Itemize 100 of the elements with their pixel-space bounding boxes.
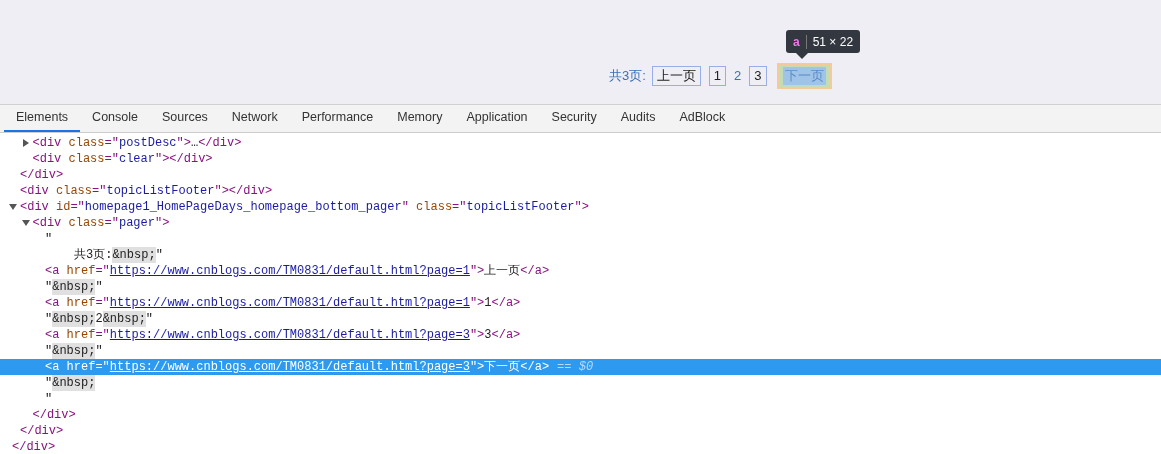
tag-text: </div>: [32, 407, 76, 423]
tag-text: =": [95, 263, 110, 279]
tag-text: ">: [469, 359, 485, 375]
node-text: ": [145, 311, 154, 327]
tag-text: =": [70, 199, 85, 215]
tag-text: <a: [45, 359, 60, 375]
attribute-value: postDesc: [118, 135, 177, 151]
entity-text: &nbsp;: [52, 343, 96, 359]
node-text: 下一页: [484, 359, 521, 375]
dom-tree-line[interactable]: <a href="https://www.cnblogs.com/TM0831/default.html?page=1">上一页</a>: [0, 263, 1161, 279]
tag-text: </a>: [520, 359, 550, 375]
url-link[interactable]: https://www.cnblogs.com/TM0831/default.html?page=1: [109, 295, 470, 311]
dom-tree-line[interactable]: </div>: [0, 439, 1161, 454]
tag-text: "></div>: [214, 183, 273, 199]
tag-text: ">: [154, 215, 170, 231]
attribute-value: pager: [118, 215, 155, 231]
attribute-name: href: [65, 327, 96, 343]
devtools-tab[interactable]: Elements: [4, 105, 81, 132]
expand-toggle-icon[interactable]: [9, 204, 17, 210]
tag-text: </a>: [491, 295, 521, 311]
tag-text: <a: [45, 295, 60, 311]
entity-text: &nbsp;: [52, 279, 96, 295]
entity-text: &nbsp;: [102, 311, 146, 327]
node-text: ": [45, 375, 53, 391]
dom-tree-line[interactable]: <a href="https://www.cnblogs.com/TM0831/default.html?page=1">1</a>: [0, 295, 1161, 311]
current-page: 2: [734, 67, 742, 85]
devtools-tab[interactable]: Performance: [289, 105, 386, 132]
dom-tree-line[interactable]: <div class="pager">: [0, 215, 1161, 231]
pager-label: 共3页:: [609, 67, 646, 85]
tag-text: "></div>: [154, 151, 213, 167]
dom-tree-line[interactable]: <div class="topicListFooter"></div>: [0, 183, 1161, 199]
tag-text: =": [104, 151, 119, 167]
tag-text: ">: [469, 295, 485, 311]
devtools-tab[interactable]: Sources: [150, 105, 220, 132]
pager-link[interactable]: 上一页: [651, 66, 701, 86]
tag-text: <div: [32, 215, 62, 231]
url-link[interactable]: https://www.cnblogs.com/TM0831/default.html?page=3: [109, 327, 470, 343]
tag-text: =": [95, 327, 110, 343]
entity-text: &nbsp;: [52, 311, 96, 327]
tag-text: <div: [20, 199, 49, 215]
tooltip-size: 51 × 22: [812, 34, 854, 49]
tooltip-tag: a: [793, 34, 800, 49]
node-text: 3: [484, 327, 492, 343]
console-reference: == $0: [557, 359, 594, 375]
devtools-tab[interactable]: Application: [454, 105, 540, 132]
node-text: ": [45, 391, 53, 407]
tag-text: </div>: [198, 135, 242, 151]
tag-text: <a: [45, 263, 60, 279]
tag-text: </div>: [12, 439, 56, 454]
dom-tree-line[interactable]: ": [0, 391, 1161, 407]
dom-tree-line[interactable]: </div>: [0, 423, 1161, 439]
devtools-tab[interactable]: Network: [219, 105, 290, 132]
expand-toggle-icon[interactable]: [22, 139, 29, 147]
tag-text: </div>: [20, 167, 64, 183]
attribute-value: clear: [118, 151, 155, 167]
devtools-tab[interactable]: Audits: [608, 105, 668, 132]
tag-text: </div>: [20, 423, 64, 439]
node-text: …: [190, 135, 199, 151]
node-text: ": [155, 247, 163, 263]
devtools-tab[interactable]: AdBlock: [667, 105, 738, 132]
node-text: 共3页:: [74, 247, 113, 263]
devtools-tab[interactable]: Memory: [385, 105, 455, 132]
pager-link[interactable]: 3: [749, 66, 767, 86]
attribute-value: topicListFooter: [466, 199, 575, 215]
dom-tree-line[interactable]: <a href="https://www.cnblogs.com/TM0831/default.html?page=3">3</a>: [0, 327, 1161, 343]
tag-text: =": [95, 359, 110, 375]
dom-tree-line[interactable]: 共3页:&nbsp;": [0, 247, 1161, 263]
tag-text: ">: [469, 327, 485, 343]
dom-tree-line[interactable]: "&nbsp;: [0, 375, 1161, 391]
dom-tree-line[interactable]: <div id="homepage1_HomePageDays_homepage_bottom_pager" class="topicListFooter">: [0, 199, 1161, 215]
tag-text: <div: [32, 135, 62, 151]
dom-tree-line[interactable]: "&nbsp;2&nbsp;": [0, 311, 1161, 327]
dom-tree-line[interactable]: ": [0, 231, 1161, 247]
tag-text: <div: [20, 183, 49, 199]
entity-text: &nbsp;: [112, 247, 156, 263]
dom-tree-line[interactable]: </div>: [0, 167, 1161, 183]
devtools-tab[interactable]: Console: [80, 105, 150, 132]
attribute-name: class: [67, 215, 105, 231]
dom-tree-line[interactable]: "&nbsp;": [0, 343, 1161, 359]
node-text: 1: [484, 295, 492, 311]
node-text: ": [45, 231, 53, 247]
entity-text: &nbsp;: [52, 375, 96, 391]
attribute-name: class: [55, 183, 93, 199]
tag-text: <a: [45, 327, 60, 343]
tag-text: =": [452, 199, 467, 215]
dom-tree-line[interactable]: <div class="clear"></div>: [0, 151, 1161, 167]
dom-tree-line[interactable]: "&nbsp;": [0, 279, 1161, 295]
attribute-name: href: [65, 295, 96, 311]
attribute-value: homepage1_HomePageDays_homepage_bottom_pager: [84, 199, 402, 215]
dom-tree-line[interactable]: </div>: [0, 407, 1161, 423]
pager-link[interactable]: 1: [708, 66, 727, 86]
url-link[interactable]: https://www.cnblogs.com/TM0831/default.html?page=1: [109, 263, 470, 279]
tag-text: ">: [574, 199, 589, 215]
expand-toggle-icon[interactable]: [21, 220, 30, 226]
devtools-tab[interactable]: Security: [539, 105, 609, 132]
tag-text: <div: [32, 151, 62, 167]
dom-tree-line[interactable]: <div class="postDesc">…</div>: [0, 135, 1161, 151]
node-text: ": [45, 343, 53, 359]
attribute-value: topicListFooter: [106, 183, 215, 199]
node-text: ": [45, 311, 53, 327]
